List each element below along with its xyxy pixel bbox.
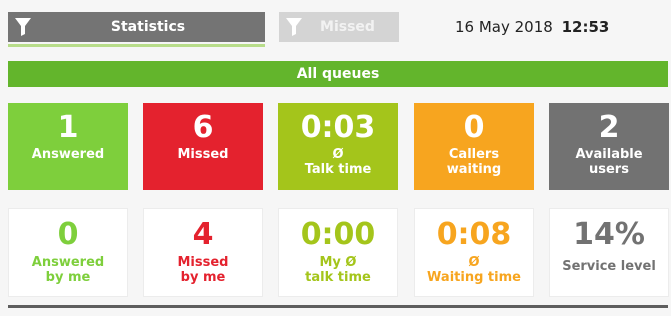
answered-tile: 1 Answered <box>8 103 128 190</box>
date-time-display: 16 May 2018 12:53 <box>455 18 665 36</box>
available-users-label: Available users <box>575 147 643 177</box>
tab-statistics[interactable]: Statistics <box>8 12 265 47</box>
my-avg-talk-time-label: My Øtalk time <box>305 255 371 285</box>
missed-label: Missed <box>177 147 229 162</box>
queue-selector[interactable]: All queues <box>8 61 668 87</box>
service-level-label: Service level <box>562 259 656 274</box>
callers-waiting-count: 0 <box>463 110 485 145</box>
filter-icon <box>286 18 302 36</box>
answered-label: Answered <box>31 147 105 162</box>
avg-talk-time-label: Ø Talk time <box>304 147 372 177</box>
callers-waiting-label: Callers waiting <box>446 147 502 177</box>
avg-waiting-time-tile: 0:08 Ø Waiting time <box>414 208 534 297</box>
answered-by-me-tile: 0 Answered by me <box>8 208 128 297</box>
callers-waiting-tile: 0 Callers waiting <box>414 103 534 190</box>
missed-tile: 6 Missed <box>143 103 263 190</box>
available-users-tile: 2 Available users <box>549 103 669 190</box>
service-level-tile: 14% Service level <box>549 208 669 297</box>
divider <box>8 305 668 308</box>
missed-by-me-count: 4 <box>192 217 214 252</box>
answered-by-me-count: 0 <box>57 217 79 252</box>
date-text: 16 May 2018 <box>455 18 553 36</box>
filter-icon <box>15 18 31 36</box>
time-text: 12:53 <box>561 18 610 36</box>
tab-statistics-label: Statistics <box>110 19 186 35</box>
answered-count: 1 <box>57 110 79 145</box>
avg-talk-time-tile: 0:03 Ø Talk time <box>278 103 398 190</box>
answered-by-me-label: Answered by me <box>31 255 105 285</box>
avg-waiting-time-value: 0:08 <box>436 217 512 252</box>
avg-waiting-time-label: Ø Waiting time <box>427 255 521 285</box>
tab-missed[interactable]: Missed <box>279 12 399 42</box>
available-users-count: 2 <box>598 110 620 145</box>
missed-by-me-label: Missed by me <box>177 255 229 285</box>
my-avg-talk-time-value: 0:00 <box>300 217 376 252</box>
missed-by-me-tile: 4 Missed by me <box>143 208 263 297</box>
my-avg-talk-time-tile: 0:00 My Øtalk time <box>278 208 398 297</box>
service-level-value: 14% <box>573 217 645 252</box>
tab-missed-label: Missed <box>320 19 375 35</box>
queue-label: All queues <box>296 66 380 82</box>
missed-count: 6 <box>192 110 214 145</box>
avg-talk-time-value: 0:03 <box>300 110 376 145</box>
